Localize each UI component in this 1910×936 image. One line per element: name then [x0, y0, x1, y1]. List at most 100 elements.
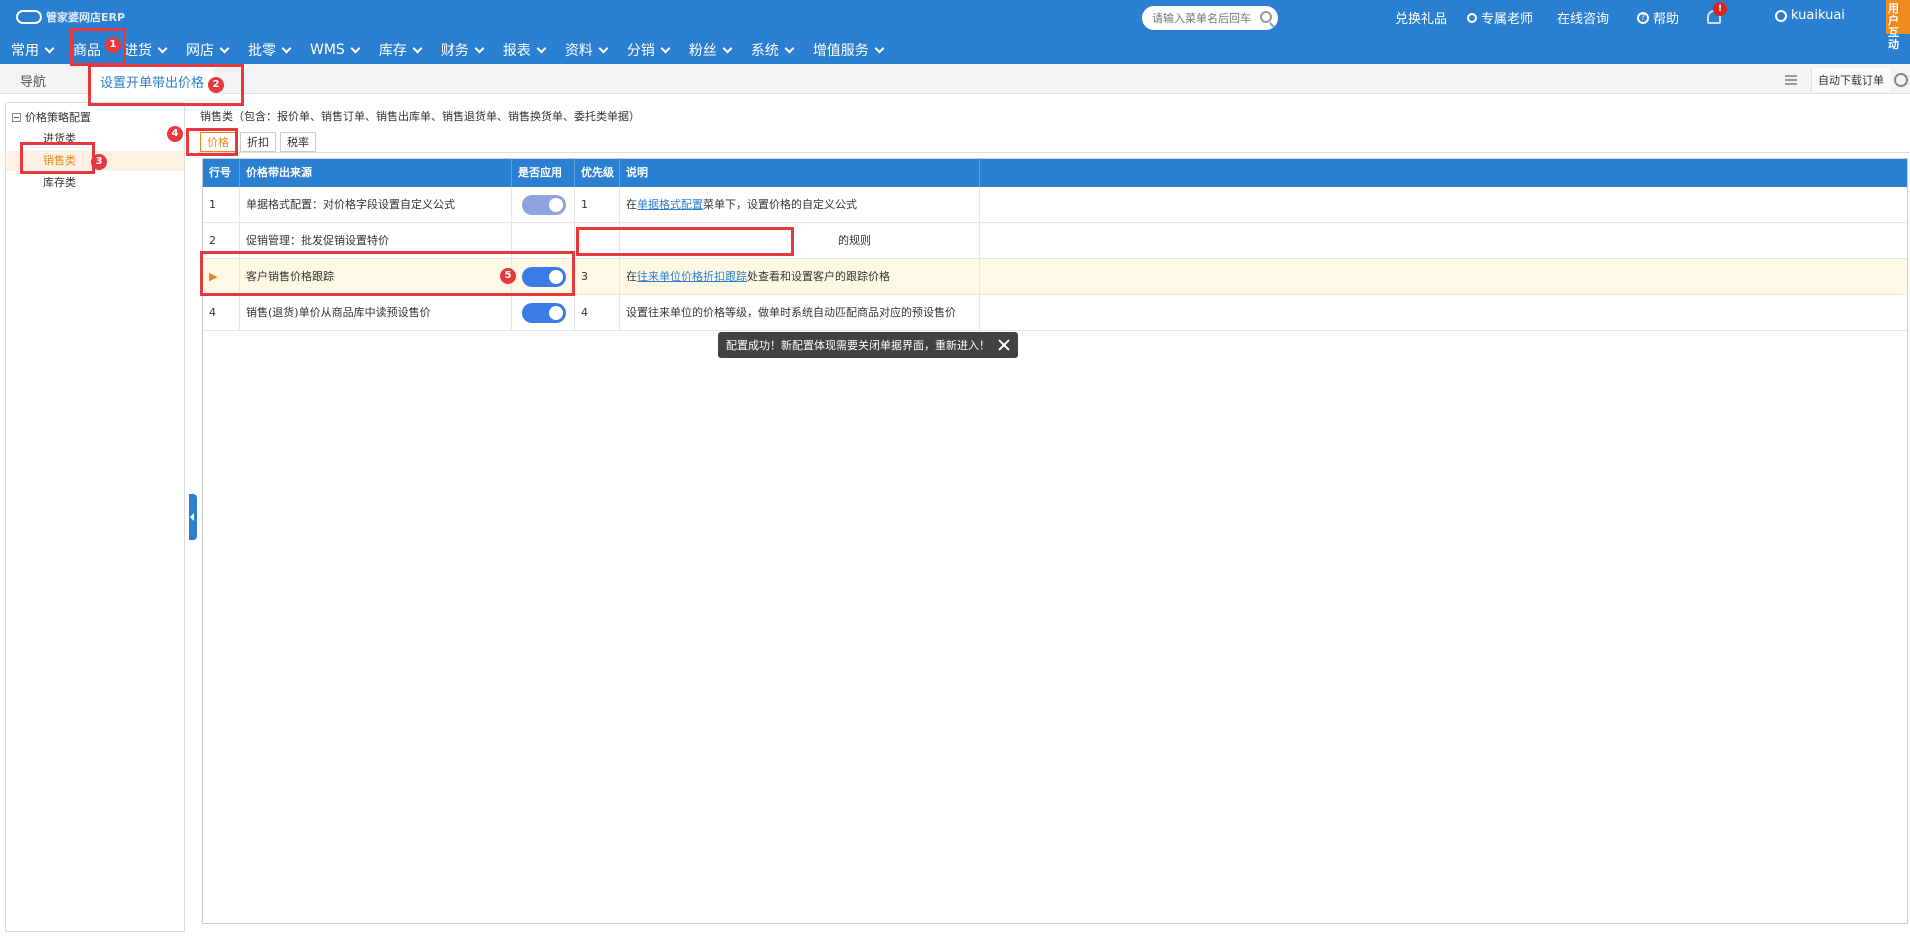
- user-menu[interactable]: kuaikuai: [1775, 8, 1845, 23]
- tab-tools: 自动下载订单: [1785, 68, 1910, 92]
- subtab-discount[interactable]: 折扣: [240, 132, 276, 152]
- tab-navigation[interactable]: 导航: [20, 71, 46, 90]
- desc-link[interactable]: 单据格式配置: [637, 198, 703, 211]
- chevron-down-icon: [598, 43, 609, 53]
- chevron-down-icon: [660, 43, 671, 53]
- col-source: 价格带出来源: [240, 159, 512, 187]
- corner-badge[interactable]: 用户互动: [1886, 0, 1910, 51]
- help-icon: ?: [1637, 11, 1649, 24]
- desc-text: 的规则: [838, 234, 871, 247]
- notification-badge: !: [1713, 2, 1727, 16]
- link-teacher[interactable]: 专属老师: [1467, 8, 1533, 27]
- menu-label: 粉丝: [688, 43, 717, 59]
- menu-system[interactable]: 系统: [740, 36, 802, 64]
- menu-label: 常用: [11, 43, 39, 59]
- menu-distribution[interactable]: 分销: [616, 36, 678, 64]
- link-help-label: 帮助: [1653, 12, 1680, 27]
- notification-bell[interactable]: !: [1705, 2, 1727, 28]
- row-desc: 在单据格式配置菜单下，设置价格的自定义公式: [620, 187, 980, 222]
- collapse-icon[interactable]: [12, 112, 21, 122]
- tab-bar: 导航 设置开单带出价格 自动下载订单: [0, 64, 1910, 94]
- menu-label: 资料: [564, 43, 593, 59]
- link-consult[interactable]: 在线咨询: [1557, 8, 1609, 27]
- close-icon[interactable]: [998, 339, 1010, 351]
- gear-icon[interactable]: [1894, 73, 1908, 87]
- category-description: 销售类（包含：报价单、销售订单、销售出库单、销售退货单、销售换货单、委托类单据）: [200, 110, 640, 123]
- link-help[interactable]: ? 帮助: [1637, 8, 1679, 27]
- annotation-number: 4: [167, 126, 183, 142]
- logo-text: 管家婆网店ERP: [46, 11, 126, 24]
- annotation-box: [186, 128, 238, 156]
- divider: [198, 152, 1910, 153]
- panel-collapse-handle[interactable]: [189, 494, 197, 540]
- annotation-number: 1: [105, 37, 121, 53]
- chevron-down-icon: [536, 43, 547, 53]
- enable-toggle[interactable]: [522, 303, 566, 323]
- col-no: 行号: [203, 159, 240, 187]
- menu-label: 网店: [186, 43, 214, 59]
- chevron-down-icon: [874, 43, 885, 53]
- menu-search[interactable]: [1142, 6, 1278, 30]
- auto-download-button[interactable]: 自动下载订单: [1811, 68, 1890, 92]
- tree-item-inventory[interactable]: 库存类: [6, 173, 184, 193]
- heart-icon: [1467, 12, 1477, 23]
- tree-root[interactable]: 价格策略配置: [12, 109, 91, 125]
- annotation-number: 3: [91, 154, 107, 170]
- link-teacher-label: 专属老师: [1481, 12, 1534, 27]
- menu-common[interactable]: 常用: [0, 36, 62, 64]
- toast-message: 配置成功！新配置体现需要关闭单据界面，重新进入！: [726, 339, 990, 352]
- menu-reports[interactable]: 报表: [492, 36, 554, 64]
- desc-link[interactable]: 往来单位价格折扣跟踪: [637, 270, 747, 283]
- menu-label: 分销: [626, 43, 655, 59]
- menu-store[interactable]: 网店: [175, 36, 237, 64]
- menu-label: WMS: [310, 42, 345, 58]
- col-enabled: 是否应用: [512, 159, 575, 187]
- table-row[interactable]: 1 单据格式配置：对价格字段设置自定义公式 1 在单据格式配置菜单下，设置价格的…: [203, 187, 1907, 223]
- col-priority: 优先级: [575, 159, 620, 187]
- menu-label: 进货: [124, 43, 152, 59]
- row-no: 4: [203, 295, 240, 330]
- menu-data[interactable]: 资料: [554, 36, 616, 64]
- search-input[interactable]: [1152, 11, 1252, 25]
- menu-fans[interactable]: 粉丝: [678, 36, 740, 64]
- menu-label: 批零: [248, 43, 276, 59]
- menu-finance[interactable]: 财务: [430, 36, 492, 64]
- menu-label: 报表: [502, 43, 531, 59]
- table-row[interactable]: 4 销售(退货)单价从商品库中读预设售价 4 设置往来单位的价格等级，做单时系统…: [203, 295, 1907, 331]
- row-priority: 3: [575, 259, 620, 294]
- menu-wms[interactable]: WMS: [299, 36, 368, 64]
- row-toggle-cell: [512, 295, 575, 330]
- row-desc: 在往来单位价格折扣跟踪处查看和设置客户的跟踪价格: [620, 259, 980, 294]
- chevron-down-icon: [722, 43, 733, 53]
- app-logo[interactable]: 管家婆网店ERP: [16, 8, 125, 26]
- annotation-box: [20, 142, 95, 174]
- menu-value-added[interactable]: 增值服务: [802, 36, 892, 64]
- table-header: 行号 价格带出来源 是否应用 优先级 说明: [203, 159, 1907, 187]
- search-icon[interactable]: [1260, 11, 1272, 23]
- row-source: 销售(退货)单价从商品库中读预设售价: [240, 295, 512, 330]
- list-icon[interactable]: [1785, 71, 1803, 89]
- menu-label: 财务: [440, 43, 469, 59]
- annotation-number: 2: [208, 77, 224, 93]
- chevron-down-icon: [412, 43, 423, 53]
- link-gifts[interactable]: 兑换礼品: [1395, 8, 1447, 27]
- menu-inventory[interactable]: 库存: [368, 36, 430, 64]
- menu-wholesale[interactable]: 批零: [237, 36, 299, 64]
- enable-toggle[interactable]: [522, 195, 566, 215]
- row-priority: 1: [575, 187, 620, 222]
- row-desc: 设置往来单位的价格等级，做单时系统自动匹配商品对应的预设售价: [620, 295, 980, 330]
- row-source: 单据格式配置：对价格字段设置自定义公式: [240, 187, 512, 222]
- user-icon: [1775, 9, 1787, 22]
- annotation-box: [576, 227, 794, 256]
- desc-text: 在: [626, 270, 637, 283]
- chevron-down-icon: [44, 43, 55, 53]
- menu-label: 系统: [750, 43, 779, 59]
- chevron-down-icon: [219, 43, 230, 53]
- row-priority: 4: [575, 295, 620, 330]
- cloud-icon: [16, 10, 42, 24]
- main-content: 销售类（包含：报价单、销售订单、销售出库单、销售退货单、销售换货单、委托类单据）…: [198, 102, 1910, 932]
- menu-label: 增值服务: [812, 43, 869, 59]
- username: kuaikuai: [1791, 8, 1845, 23]
- desc-text: 处查看和设置客户的跟踪价格: [747, 270, 890, 283]
- subtab-tax[interactable]: 税率: [280, 132, 316, 152]
